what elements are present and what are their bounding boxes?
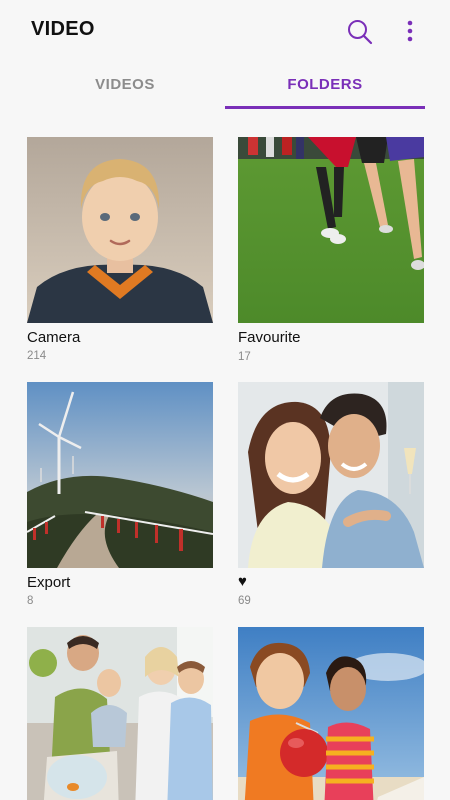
app-header: VIDEO bbox=[0, 0, 450, 60]
folder-item-count: 214 bbox=[27, 350, 47, 362]
folder-card-export[interactable]: Export 8 bbox=[27, 382, 213, 607]
folder-card-heart[interactable]: ♥ 69 bbox=[238, 382, 424, 607]
folder-item-count: 69 bbox=[238, 595, 251, 607]
folder-card-5[interactable] bbox=[27, 627, 213, 800]
page-title: VIDEO bbox=[31, 18, 95, 40]
folder-name: Favourite bbox=[238, 329, 301, 346]
folder-card-6[interactable] bbox=[238, 627, 424, 800]
search-button[interactable] bbox=[346, 18, 374, 46]
more-vertical-icon bbox=[407, 20, 413, 42]
tab-bar: VIDEOS FOLDERS bbox=[0, 64, 450, 112]
folder-thumbnail bbox=[27, 382, 213, 568]
folder-item-count: 17 bbox=[238, 351, 251, 363]
tab-videos[interactable]: VIDEOS bbox=[25, 64, 225, 110]
folder-thumbnail bbox=[238, 382, 424, 568]
search-icon bbox=[348, 20, 373, 45]
folder-name: Export bbox=[27, 574, 71, 591]
folder-thumbnail bbox=[238, 627, 424, 800]
more-options-button[interactable] bbox=[398, 18, 422, 46]
folder-name: ♥ bbox=[238, 573, 247, 590]
folder-thumbnail bbox=[27, 627, 213, 800]
tab-selected-indicator bbox=[225, 106, 425, 109]
folder-thumbnail bbox=[27, 137, 213, 323]
folder-card-favourite[interactable]: Favourite 17 bbox=[238, 137, 424, 363]
tab-folders[interactable]: FOLDERS bbox=[225, 64, 425, 110]
folder-item-count: 8 bbox=[27, 595, 34, 607]
folder-card-camera[interactable]: Camera 214 bbox=[27, 137, 213, 362]
folder-name: Camera bbox=[27, 329, 81, 346]
folder-thumbnail bbox=[238, 137, 424, 323]
